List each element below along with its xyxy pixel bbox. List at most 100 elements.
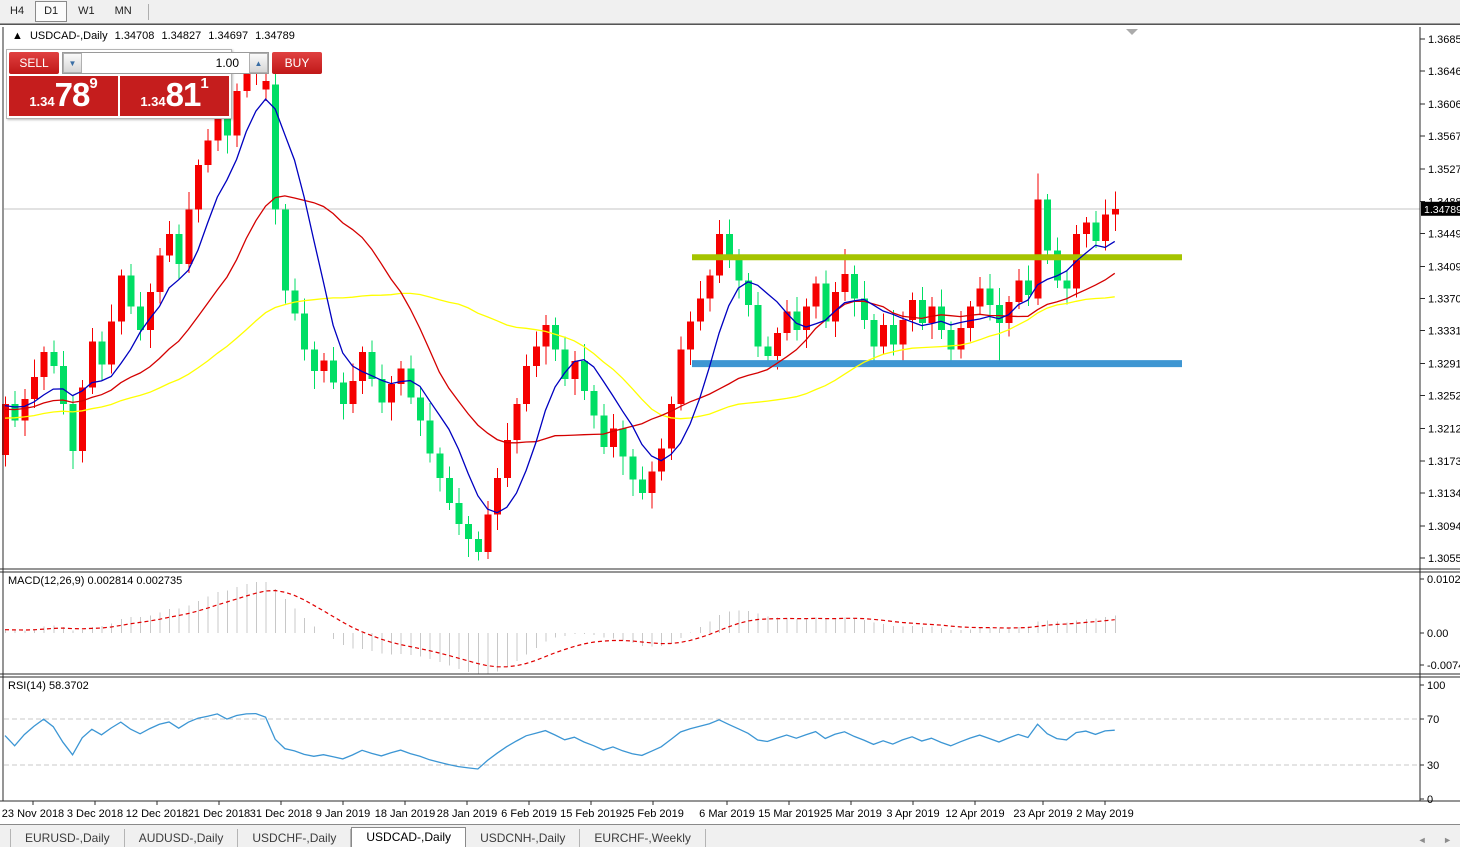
candle-body	[639, 480, 646, 493]
price-axis-label: 1.34490	[1428, 228, 1460, 240]
price-axis-label: 1.36850	[1428, 34, 1460, 46]
buy-price-box[interactable]: 1.34811	[120, 76, 229, 116]
candle-body	[195, 165, 202, 209]
date-axis-label: 18 Jan 2019	[375, 808, 436, 820]
candle-body	[127, 275, 134, 306]
candle-body	[118, 275, 125, 321]
candle-body	[542, 325, 549, 346]
candle-body	[533, 346, 540, 366]
candle-body	[1092, 223, 1099, 241]
sell-price-prefix: 1.34	[29, 94, 54, 109]
chart-symbol-title: USDCAD-,Daily	[30, 30, 108, 42]
timeframe-tab-w1[interactable]: W1	[69, 1, 104, 22]
date-axis-label: 31 Dec 2018	[250, 808, 312, 820]
candle-body	[494, 478, 501, 514]
candle-body	[938, 307, 945, 330]
buy-price-main: 81	[166, 76, 201, 113]
candle-body	[986, 289, 993, 305]
date-axis-label: 3 Dec 2018	[67, 808, 123, 820]
price-chart-canvas[interactable]: 1.368501.364601.360601.356701.352701.348…	[0, 25, 1460, 847]
candle-body	[330, 360, 337, 382]
candle-body	[147, 292, 154, 330]
candle-body	[764, 346, 771, 356]
price-axis-label: 1.35270	[1428, 164, 1460, 176]
candle-body	[60, 366, 67, 404]
price-axis-label: 1.34090	[1428, 261, 1460, 273]
candle-body	[996, 305, 1003, 323]
buy-button[interactable]: BUY	[272, 52, 322, 74]
candle-body	[485, 514, 492, 552]
candle-body	[928, 307, 935, 323]
date-axis-label: 21 Dec 2018	[188, 808, 250, 820]
candle-body	[205, 140, 212, 165]
candle-body	[320, 360, 327, 371]
candle-body	[832, 292, 839, 322]
candle-body	[813, 284, 820, 307]
date-axis-label: 23 Apr 2019	[1013, 808, 1072, 820]
candle-body	[880, 325, 887, 346]
price-axis-label: 1.31730	[1428, 456, 1460, 468]
candle-body	[31, 377, 38, 399]
current-price-tag-label: 1.34789	[1424, 204, 1460, 216]
candle-body	[600, 415, 607, 446]
sell-price-box[interactable]: 1.34789	[9, 76, 118, 116]
candle-body	[311, 350, 318, 371]
price-axis-label: 1.36460	[1428, 66, 1460, 78]
candle-body	[919, 300, 926, 323]
volume-increase-icon[interactable]: ▲	[249, 53, 268, 73]
price-axis-label: 1.30940	[1428, 521, 1460, 533]
candle-body	[977, 289, 984, 307]
candle-body	[263, 81, 270, 89]
candle-body	[349, 381, 356, 404]
date-axis-label: 23 Nov 2018	[2, 808, 64, 820]
price-axis-label: 1.33700	[1428, 293, 1460, 305]
buy-price-prefix: 1.34	[140, 94, 165, 109]
candle-body	[99, 341, 106, 364]
date-axis-label: 15 Feb 2019	[560, 808, 622, 820]
collapse-triangle-icon[interactable]: ▲	[12, 30, 23, 42]
sell-price-main: 78	[55, 76, 90, 113]
rsi-axis-label: 100	[1427, 680, 1445, 692]
macd-axis-label: 0.00	[1427, 628, 1448, 640]
candle-body	[1112, 209, 1119, 215]
candle-body	[755, 305, 762, 346]
date-axis-label: 15 Mar 2019	[758, 808, 820, 820]
candle-body	[552, 325, 559, 350]
candle-body	[1015, 280, 1022, 301]
timeframe-tab-mn[interactable]: MN	[106, 1, 141, 22]
candle-body	[957, 328, 964, 349]
timeframe-tab-h4[interactable]: H4	[1, 1, 33, 22]
candle-body	[388, 384, 395, 402]
rsi-axis-label: 70	[1427, 714, 1439, 726]
candle-body	[678, 350, 685, 404]
candle-body	[475, 539, 482, 552]
volume-input[interactable]	[82, 53, 249, 73]
date-axis-label: 25 Feb 2019	[622, 808, 684, 820]
date-axis-label: 12 Apr 2019	[945, 808, 1004, 820]
candle-body	[50, 352, 57, 366]
one-click-trade-panel: SELL ▼ ▲ BUY 1.34789 1.34811	[6, 49, 232, 119]
candle-body	[176, 234, 183, 264]
candle-body	[735, 257, 742, 280]
price-axis-label: 1.32910	[1428, 359, 1460, 371]
candle-body	[629, 457, 636, 480]
candle-body	[185, 210, 192, 264]
timeframe-tab-d1[interactable]: D1	[35, 1, 67, 22]
macd-axis-label: -0.00747	[1427, 660, 1460, 672]
price-axis-label: 1.36060	[1428, 99, 1460, 111]
date-axis-label: 6 Mar 2019	[699, 808, 755, 820]
candle-body	[591, 391, 598, 416]
chart-title-bar: ▲ USDCAD-,Daily 1.34708 1.34827 1.34697 …	[12, 30, 299, 42]
candle-body	[166, 234, 173, 255]
sell-button[interactable]: SELL	[9, 52, 59, 74]
candle-body	[340, 383, 347, 404]
macd-histogram-group	[6, 582, 1116, 675]
candle-body	[378, 379, 385, 402]
candle-body	[272, 84, 279, 209]
candle-body	[79, 387, 86, 450]
volume-decrease-icon[interactable]: ▼	[63, 53, 82, 73]
candle-body	[1025, 280, 1032, 295]
date-axis-label: 2 May 2019	[1076, 808, 1133, 820]
price-axis: 1.368501.364601.360601.356701.352701.348…	[1420, 34, 1460, 806]
candle-body	[697, 298, 704, 321]
